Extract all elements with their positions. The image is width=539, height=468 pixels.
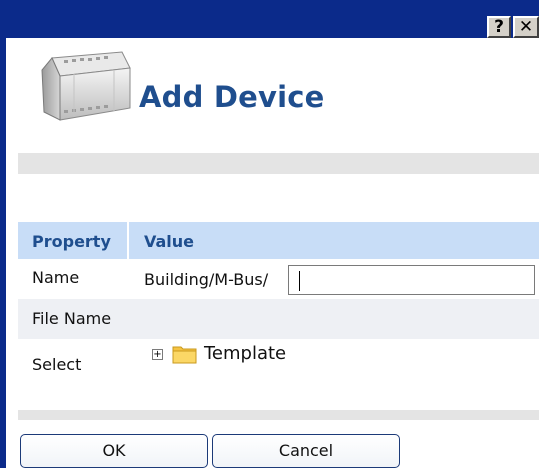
folder-icon [172, 346, 197, 364]
name-label: Name [32, 268, 80, 287]
title-bar: ? ✕ [0, 0, 539, 38]
table-row-select: Select + Template [18, 339, 539, 403]
cancel-button[interactable]: Cancel [212, 434, 400, 468]
table-header-row: Property Value [18, 222, 539, 259]
name-input[interactable] [288, 265, 535, 295]
table-row-name: Name Building/M-Bus/ [18, 259, 539, 299]
text-caret [299, 271, 300, 291]
tree-expand-icon[interactable]: + [152, 349, 163, 360]
header-divider [18, 153, 539, 174]
ok-button[interactable]: OK [20, 434, 208, 468]
window-frame-left [0, 38, 6, 468]
tree-item-template[interactable]: Template [204, 343, 286, 364]
name-prefix: Building/M-Bus/ [144, 270, 269, 289]
close-button[interactable]: ✕ [513, 16, 539, 38]
select-label: Select [32, 355, 82, 374]
dialog-title: Add Device [139, 80, 325, 114]
value-column-header: Value [144, 232, 195, 251]
property-table: Property Value Name Building/M-Bus/ File… [18, 222, 539, 403]
device-module-icon [41, 51, 131, 121]
table-row-file-name: File Name [18, 299, 539, 339]
property-header-cell: Property [18, 222, 129, 259]
file-name-label: File Name [32, 309, 112, 328]
property-column-header: Property [32, 232, 111, 251]
help-button[interactable]: ? [487, 16, 511, 38]
add-device-dialog: ? ✕ Add Device Property Value Name Build… [0, 0, 539, 468]
footer-divider [18, 410, 539, 420]
